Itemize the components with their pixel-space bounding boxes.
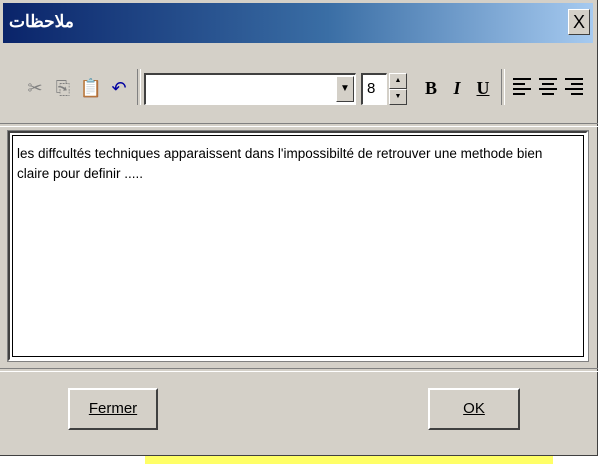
window-title: ملاحظات [9, 12, 74, 31]
close-button[interactable]: X [568, 9, 590, 35]
spin-up-icon[interactable]: ▲ [389, 73, 407, 89]
close-dialog-label: Fermer [88, 400, 138, 417]
toolbar: ✂ ⎘ 📋 ↶ ▼ 8 ▲ ▼ B I U [3, 45, 595, 123]
title-bar[interactable]: ملاحظات X [3, 3, 593, 43]
toolbar-divider [0, 123, 598, 127]
ok-label: OK [463, 400, 485, 417]
underline-button[interactable]: U [471, 75, 495, 101]
font-name-select[interactable]: ▼ [144, 73, 356, 105]
notes-dialog: ملاحظات X ✂ ⎘ 📋 ↶ ▼ 8 ▲ ▼ B I U les diff… [0, 0, 598, 456]
toolbar-separator [501, 69, 505, 105]
highlight-strip [145, 456, 553, 464]
notes-textarea-inner[interactable]: les diffcultés techniques apparaissent d… [12, 135, 584, 357]
align-right-icon[interactable] [565, 78, 583, 98]
background-strip [0, 456, 598, 464]
notes-textarea[interactable]: les diffcultés techniques apparaissent d… [7, 130, 589, 362]
chevron-down-icon[interactable]: ▼ [336, 76, 354, 102]
footer-divider [0, 368, 598, 372]
spin-down-icon[interactable]: ▼ [389, 89, 407, 105]
italic-button[interactable]: I [445, 75, 469, 101]
scissors-icon[interactable]: ✂ [23, 75, 47, 101]
notes-text[interactable]: les diffcultés techniques apparaissent d… [17, 144, 573, 184]
font-size-field[interactable]: 8 [361, 73, 387, 105]
close-dialog-button[interactable]: Fermer [68, 388, 158, 430]
paste-icon[interactable]: 📋 [79, 75, 103, 101]
copy-icon[interactable]: ⎘ [51, 75, 75, 101]
bold-button[interactable]: B [419, 75, 443, 101]
toolbar-separator [137, 69, 141, 105]
align-left-icon[interactable] [513, 78, 531, 98]
align-center-icon[interactable] [539, 78, 557, 98]
font-size-stepper[interactable]: ▲ ▼ [389, 73, 407, 105]
undo-icon[interactable]: ↶ [107, 75, 131, 101]
ok-button[interactable]: OK [428, 388, 520, 430]
